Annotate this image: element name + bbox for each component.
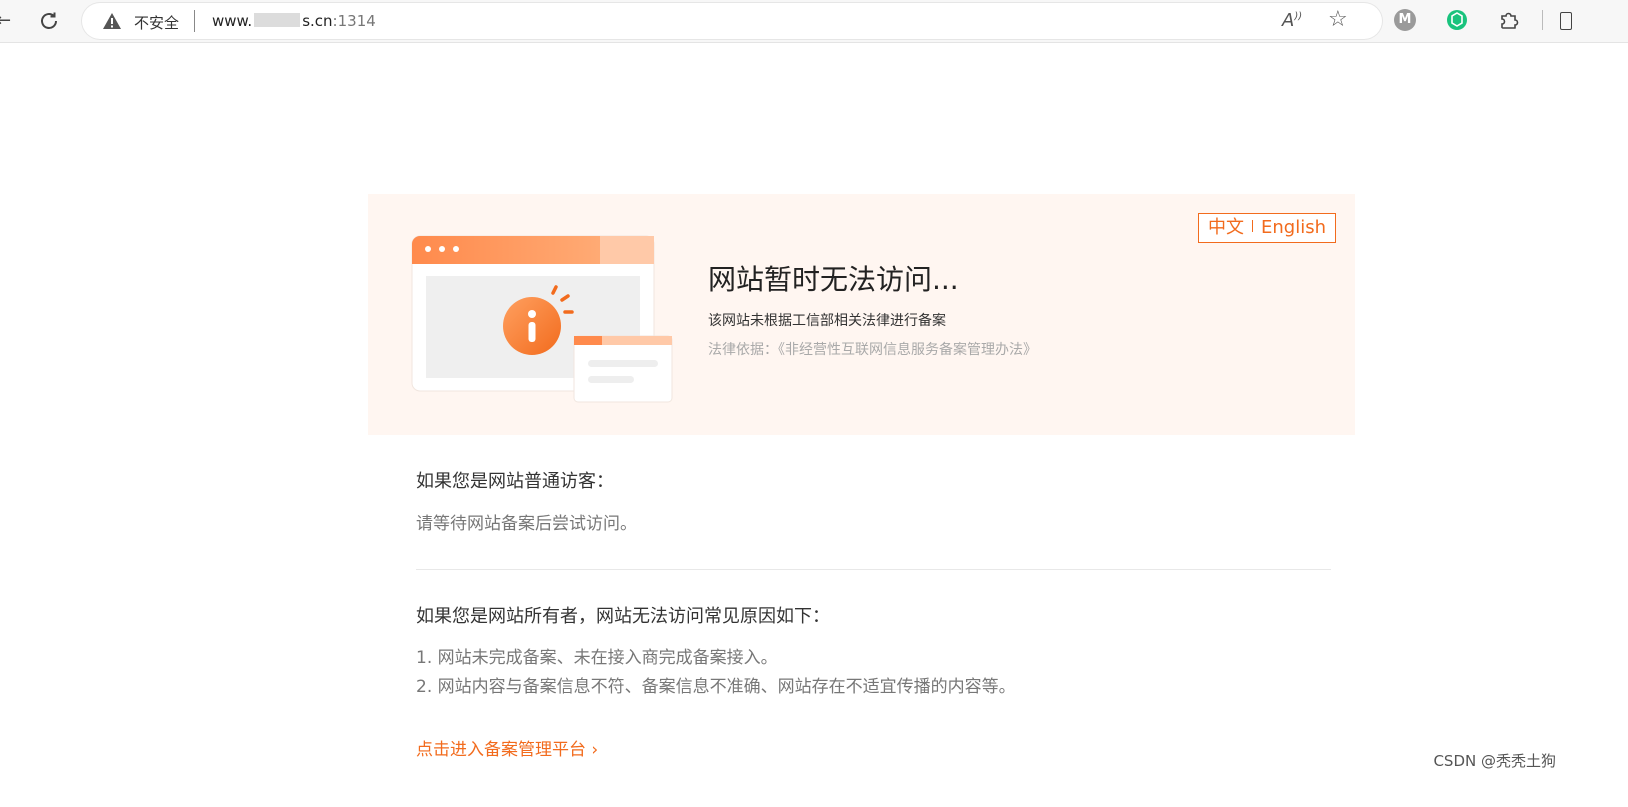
- back-arrow-icon[interactable]: ←: [0, 10, 11, 31]
- csdn-watermark: CSDN @秃秃土狗: [1433, 752, 1556, 770]
- url-text[interactable]: www. s.cn:1314: [212, 12, 376, 30]
- lang-en-link[interactable]: English: [1261, 217, 1326, 238]
- warning-icon: [103, 13, 121, 29]
- split-screen-icon[interactable]: [1560, 12, 1572, 30]
- page-title: 网站暂时无法访问...: [708, 263, 959, 296]
- info-illustration: [411, 235, 673, 403]
- section-divider: [416, 569, 1331, 570]
- star-icon[interactable]: ☆: [1328, 7, 1348, 32]
- lang-separator: [1252, 220, 1253, 232]
- owner-heading: 如果您是网站所有者，网站无法访问常见原因如下：: [416, 606, 830, 627]
- reload-icon[interactable]: [36, 8, 62, 34]
- notice-subtitle: 该网站未根据工信部相关法律进行备案: [708, 313, 946, 329]
- not-secure-label[interactable]: 不安全: [134, 12, 179, 33]
- language-switch: 中文 English: [1198, 213, 1336, 243]
- openai-extension-icon[interactable]: [1446, 9, 1468, 31]
- url-port: :1314: [332, 12, 376, 30]
- visitor-heading: 如果您是网站普通访客：: [416, 471, 614, 492]
- address-bar[interactable]: 不安全 www. s.cn:1314 A)) ☆: [82, 3, 1382, 39]
- url-prefix: www.: [212, 12, 253, 30]
- toolbar-divider: [1542, 10, 1543, 30]
- visitor-text: 请等待网站备案后尝试访问。: [416, 514, 637, 534]
- reason-item-2: 2. 网站内容与备案信息不符、备案信息不准确、网站存在不适宜传播的内容等。: [416, 677, 1016, 697]
- redacted-domain: [254, 13, 301, 27]
- address-separator: [194, 10, 195, 32]
- browser-toolbar: ← 不安全 www. s.cn:1314 A)) ☆ M: [0, 0, 1628, 43]
- lang-zh-link[interactable]: 中文: [1208, 217, 1244, 238]
- reason-item-1: 1. 网站未完成备案、未在接入商完成备案接入。: [416, 648, 778, 668]
- notice-banner: 中文 English 网站暂时无法访问... 该网站未根据工信部相关法律进行备案…: [368, 194, 1355, 435]
- read-aloud-icon[interactable]: A)): [1282, 10, 1302, 31]
- filing-platform-link[interactable]: 点击进入备案管理平台 ›: [416, 735, 598, 760]
- legal-basis-text: 法律依据：《非经营性互联网信息服务备案管理办法》: [708, 342, 1037, 358]
- puzzle-icon[interactable]: [1498, 9, 1520, 31]
- m-extension-icon[interactable]: M: [1394, 9, 1416, 31]
- url-suffix: s.cn: [302, 12, 333, 30]
